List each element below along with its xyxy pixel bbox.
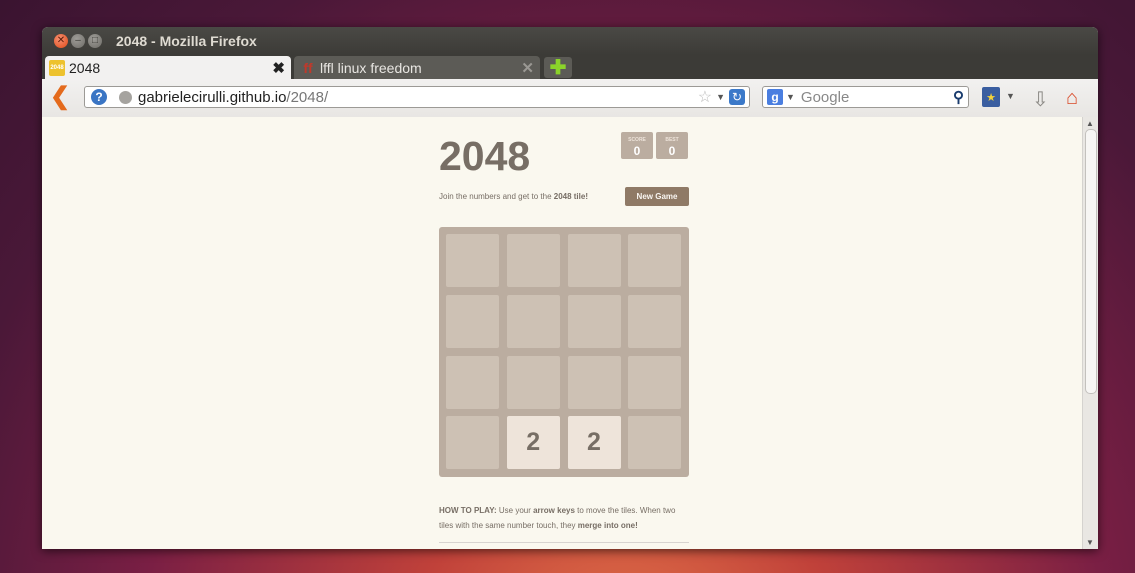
back-button[interactable]: ❮ (50, 85, 70, 109)
grid-cell (446, 355, 499, 409)
lffl-icon: ff (303, 59, 313, 76)
grid-cell (628, 234, 682, 287)
divider (439, 542, 689, 543)
search-bar[interactable]: g ▼ Google ⚲ (762, 86, 969, 108)
grid-cell (567, 234, 621, 287)
game-board[interactable]: 22 (439, 227, 689, 477)
window-minimize-icon[interactable]: – (71, 34, 85, 48)
grid-cell (446, 294, 499, 348)
grid-cell (628, 294, 682, 348)
bookmark-star-icon[interactable]: ☆ (698, 87, 712, 107)
grid-cell (446, 416, 499, 470)
search-icon[interactable]: ⚲ (953, 88, 964, 106)
howto-text1: Use your (496, 506, 534, 515)
firefox-window: ✕ – □ 2048 - Mozilla Firefox 2048 2048 ✖… (42, 27, 1098, 549)
page-content: 2048 SCORE 0 BEST 0 Join the numbers and… (42, 117, 1082, 549)
best-box: BEST 0 (656, 132, 688, 159)
title-bar: ✕ – □ 2048 - Mozilla Firefox (42, 27, 1098, 55)
scroll-thumb[interactable] (1085, 129, 1097, 394)
score-box: SCORE 0 (621, 132, 653, 159)
url-bar[interactable]: ? gabrielecirulli.github.io/2048/ ☆ ▼ ↻ (84, 86, 750, 108)
tab-close-icon[interactable]: ✖ (272, 59, 285, 77)
tile: 2 (506, 416, 560, 470)
tab-2048[interactable]: 2048 2048 ✖ (45, 56, 291, 79)
site-identity-icon[interactable]: ? (91, 89, 107, 105)
intro-text: Join the numbers and get to the 2048 til… (439, 192, 588, 201)
grid-cell (567, 294, 621, 348)
how-to-play: HOW TO PLAY: Use your arrow keys to move… (439, 503, 689, 533)
grid-cell (506, 234, 560, 287)
score-label: SCORE (628, 137, 646, 143)
tab-label: 2048 (69, 59, 101, 76)
url-text[interactable]: gabrielecirulli.github.io/2048/ (138, 89, 328, 106)
tab-label: lffl linux freedom (320, 59, 422, 76)
bookmarks-dropdown-icon[interactable]: ▼ (1006, 91, 1015, 101)
google-icon[interactable]: g (767, 89, 783, 105)
vertical-scrollbar[interactable]: ▲ ▼ (1082, 117, 1098, 549)
search-input[interactable]: Google (801, 89, 953, 106)
home-icon[interactable]: ⌂ (1066, 87, 1078, 110)
reload-icon[interactable]: ↻ (729, 89, 745, 105)
window-title: 2048 - Mozilla Firefox (116, 33, 257, 49)
bookmarks-icon[interactable]: ★ (982, 87, 1000, 107)
grid-cell (446, 234, 499, 287)
new-game-button[interactable]: New Game (625, 187, 689, 206)
2048-tile-icon: 2048 (49, 59, 65, 76)
grid-cell (506, 355, 560, 409)
window-close-icon[interactable]: ✕ (54, 34, 68, 48)
best-label: BEST (665, 137, 679, 143)
scroll-down-icon[interactable]: ▼ (1086, 538, 1094, 547)
downloads-icon[interactable]: ⇩ (1032, 87, 1049, 112)
tab-close-icon[interactable]: ✕ (521, 59, 534, 77)
howto-bold2: merge into one! (577, 521, 638, 530)
scroll-up-icon[interactable]: ▲ (1086, 119, 1094, 128)
grid-cell (628, 416, 682, 470)
grid-cell (567, 355, 621, 409)
score-value: 0 (633, 144, 641, 158)
tab-lffl[interactable]: ff lffl linux freedom ✕ (294, 56, 540, 79)
grid-cell (628, 355, 682, 409)
new-tab-button[interactable]: ✚ (544, 57, 572, 79)
search-engine-dropdown-icon[interactable]: ▼ (786, 92, 795, 102)
tile: 2 (567, 416, 621, 470)
tab-bar: 2048 2048 ✖ ff lffl linux freedom ✕ ✚ (42, 55, 1098, 79)
navigation-toolbar: ❮ ? gabrielecirulli.github.io/2048/ ☆ ▼ … (42, 79, 1098, 118)
intro-prefix: Join the numbers and get to the (439, 192, 554, 201)
url-host: gabrielecirulli.github.io (138, 88, 287, 106)
howto-label: HOW TO PLAY: (439, 506, 497, 515)
globe-icon (119, 90, 132, 104)
window-maximize-icon[interactable]: □ (88, 34, 102, 48)
url-path: /2048/ (286, 88, 329, 106)
intro-bold: 2048 tile! (553, 192, 588, 201)
howto-bold1: arrow keys (533, 506, 575, 515)
grid-cell (506, 294, 560, 348)
best-value: 0 (668, 144, 676, 158)
history-dropdown-icon[interactable]: ▼ (716, 92, 725, 102)
game-title: 2048 (439, 133, 531, 179)
